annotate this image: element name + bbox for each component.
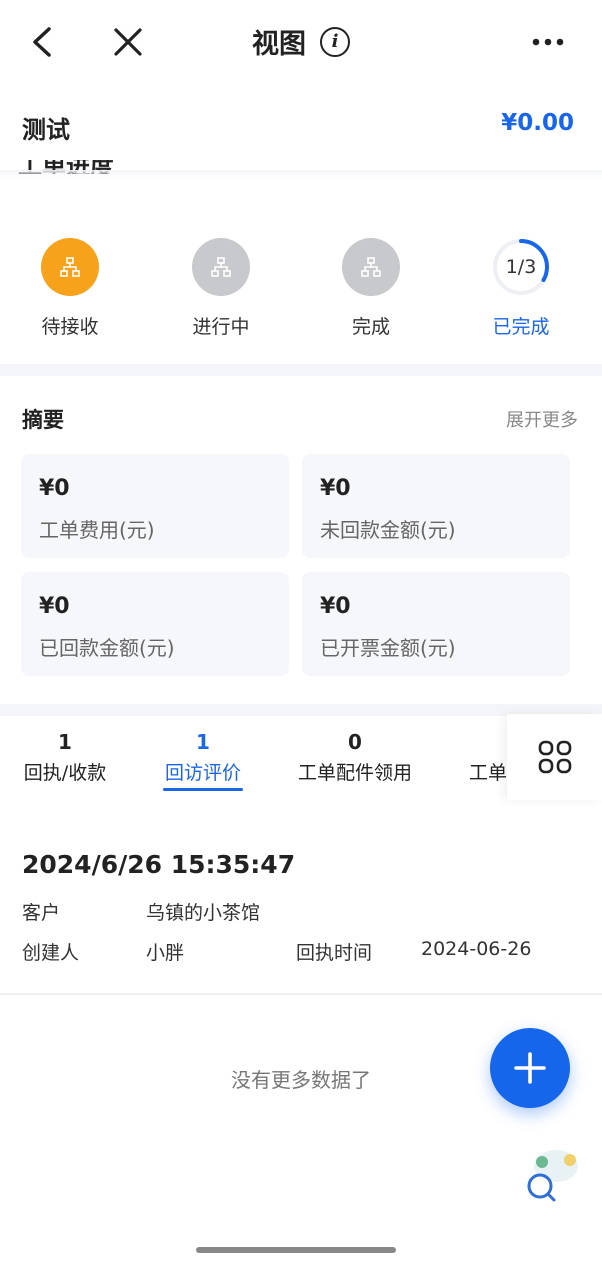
page-title: 视图 [252,29,306,60]
card-label: 已回款金额(元) [39,636,175,660]
completed-label: 已完成 [492,316,550,338]
summary-card-unpaid[interactable]: ¥0 未回款金额(元) [302,454,570,558]
record-timestamp: 2024/6/26 15:35:47 [22,850,296,879]
org-chart-icon [211,257,231,277]
nav-title-group: 视图 i [0,22,602,61]
plus-icon [514,1052,546,1084]
expand-more-link[interactable]: 展开更多 [506,406,578,432]
progress-ring: 1/3 [492,238,550,296]
record-divider [0,993,602,995]
step-circle [192,238,250,296]
step-progress-ring[interactable]: 1/3 已完成 [456,238,586,339]
receipt-time-label: 回执时间 [296,942,373,964]
card-value: ¥0 [39,476,70,501]
card-value: ¥0 [320,594,351,619]
nav-bar: 视图 i [0,0,602,84]
record-item[interactable]: 2024/6/26 15:35:47 客户 乌镇的小茶馆 创建人 小胖 回执时间… [0,820,602,994]
tab-follow-up-review[interactable]: 1 回访评价 [163,730,243,785]
order-amount: ¥0.00 [501,110,574,136]
assistant-button[interactable] [526,1146,582,1202]
summary-card-fee[interactable]: ¥0 工单费用(元) [21,454,289,558]
step-label: 待接收 [41,316,99,338]
active-tab-indicator [163,788,243,791]
grid-icon [538,740,571,774]
tab-count: 1 [58,730,72,754]
summary-section: 摘要 展开更多 ¥0 工单费用(元) ¥0 未回款金额(元) ¥0 已回款金额(… [0,376,602,704]
step-pending[interactable]: 待接收 [5,238,135,339]
search-assistant-icon [527,1150,578,1202]
more-button[interactable] [526,20,570,64]
card-label: 未回款金额(元) [320,518,456,542]
card-value: ¥0 [39,594,70,619]
org-chart-icon [60,257,80,277]
section-gap [0,364,602,376]
summary-title: 摘要 [22,408,64,432]
creator-label: 创建人 [22,942,80,964]
step-label: 完成 [351,316,390,338]
tab-count: 1 [196,730,210,754]
tab-label: 回执/收款 [23,762,107,784]
home-indicator [196,1247,396,1253]
order-header: 测试 ¥0.00 [0,96,602,160]
more-dots-icon [532,38,564,46]
receipt-time-value: 2024-06-26 [421,938,532,960]
step-label: 进行中 [192,316,250,338]
creator-value: 小胖 [146,942,185,964]
step-complete[interactable]: 完成 [306,238,436,339]
tab-label: 回访评价 [164,762,241,784]
card-label: 工单费用(元) [39,518,155,542]
progress-ring-text: 1/3 [505,256,537,278]
tab-count: 0 [348,730,362,754]
tab-grid-button[interactable] [507,714,602,800]
summary-card-paid[interactable]: ¥0 已回款金额(元) [21,572,289,676]
add-button[interactable] [490,1028,570,1108]
customer-label: 客户 [22,902,61,924]
card-value: ¥0 [320,476,351,501]
summary-card-invoiced[interactable]: ¥0 已开票金额(元) [302,572,570,676]
org-chart-icon [361,257,381,277]
card-label: 已开票金额(元) [320,636,456,660]
progress-section: 待接收 进行中 完成 1/3 已完成 [0,180,602,364]
tab-receipt-payment[interactable]: 1 回执/收款 [22,730,108,785]
customer-value: 乌镇的小茶馆 [146,902,261,924]
tab-parts-requisition[interactable]: 0 工单配件领用 [296,730,414,785]
info-icon[interactable]: i [320,26,350,57]
tab-label: 工单配件领用 [297,762,412,784]
order-title: 测试 [22,116,70,144]
step-in-progress[interactable]: 进行中 [156,238,286,339]
step-circle [342,238,400,296]
header-shadow [0,170,602,178]
step-circle [41,238,99,296]
